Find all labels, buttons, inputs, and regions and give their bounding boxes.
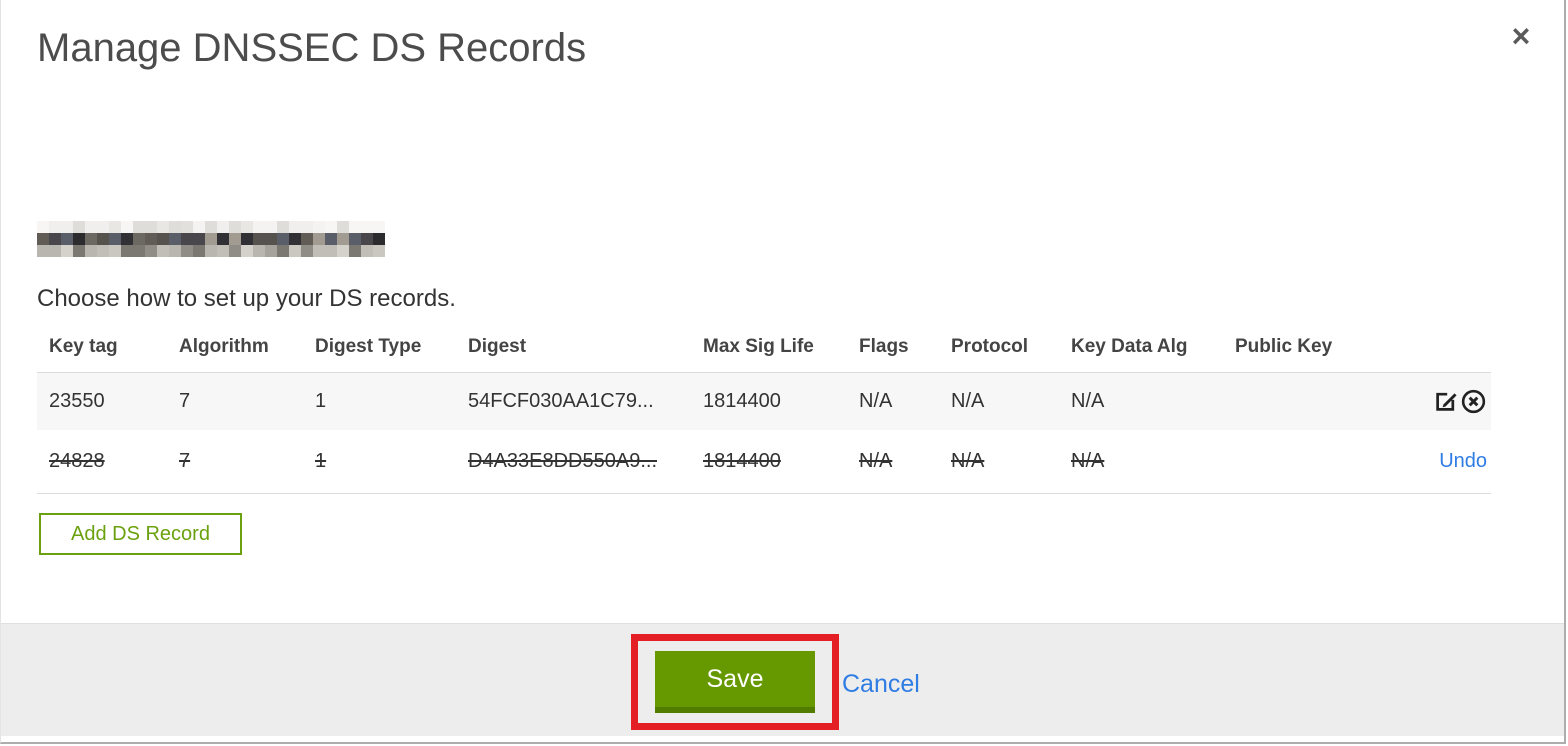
- close-icon[interactable]: ×: [1501, 16, 1541, 56]
- column-header-algorithm: Algorithm: [179, 336, 269, 357]
- cell-max-sig-life: 1814400: [691, 372, 847, 430]
- cell-key-tag: 23550: [37, 372, 167, 430]
- ds-records-instruction: Choose how to set up your DS records.: [37, 285, 456, 312]
- add-ds-record-button[interactable]: Add DS Record: [39, 513, 242, 555]
- cell-actions: Undo: [1361, 429, 1491, 494]
- page-title: Manage DNSSEC DS Records: [37, 26, 587, 70]
- column-header-key-tag: Key tag: [49, 336, 118, 357]
- cell-algorithm: 7: [167, 372, 303, 430]
- column-header-flags: Flags: [859, 336, 909, 357]
- annotation-highlight-box: Save: [631, 634, 839, 730]
- column-header-max-sig-life: Max Sig Life: [703, 336, 814, 357]
- undo-link[interactable]: Undo: [1439, 450, 1487, 472]
- cell-protocol: N/A: [939, 429, 1059, 494]
- ds-records-table: Key tag Algorithm Digest Type Digest Max…: [37, 330, 1491, 494]
- cell-flags: N/A: [847, 429, 939, 494]
- cell-algorithm: 7: [167, 429, 303, 494]
- column-header-actions: [1361, 330, 1491, 373]
- table-row-active: 23550 7 1 54FCF030AA1C79... 1814400 N/A …: [37, 372, 1491, 430]
- cell-digest-type: 1: [303, 372, 456, 430]
- table-row-deleted: 24828 7 1 D4A33E8DD550A9... 1814400 N/A …: [37, 429, 1491, 494]
- cell-protocol: N/A: [939, 372, 1059, 430]
- cell-public-key: [1223, 429, 1361, 494]
- column-header-key-data-alg: Key Data Alg: [1071, 336, 1188, 357]
- column-header-digest-type: Digest Type: [315, 336, 422, 357]
- cell-flags: N/A: [847, 372, 939, 430]
- cell-digest: 54FCF030AA1C79...: [456, 372, 691, 430]
- save-button[interactable]: Save: [655, 651, 815, 713]
- dialog-footer: Save Cancel: [1, 623, 1564, 736]
- cell-key-tag: 24828: [37, 429, 167, 494]
- table-header-row: Key tag Algorithm Digest Type Digest Max…: [37, 330, 1491, 373]
- cell-digest: D4A33E8DD550A9...: [456, 429, 691, 494]
- column-header-protocol: Protocol: [951, 336, 1029, 357]
- cell-key-data-alg: N/A: [1059, 429, 1223, 494]
- column-header-public-key: Public Key: [1235, 336, 1333, 357]
- cell-key-data-alg: N/A: [1059, 372, 1223, 430]
- edit-icon[interactable]: [1432, 388, 1459, 415]
- cell-digest-type: 1: [303, 429, 456, 494]
- cell-actions: [1361, 372, 1491, 430]
- dialog-window: Manage DNSSEC DS Records × Choose how to…: [0, 0, 1566, 744]
- column-header-digest: Digest: [468, 336, 527, 357]
- delete-icon[interactable]: [1460, 388, 1487, 415]
- cell-max-sig-life: 1814400: [691, 429, 847, 494]
- cancel-link[interactable]: Cancel: [842, 670, 920, 699]
- cell-public-key: [1223, 372, 1361, 430]
- redacted-domain-name: [37, 221, 385, 257]
- window-bottom-strip: [1, 736, 1564, 742]
